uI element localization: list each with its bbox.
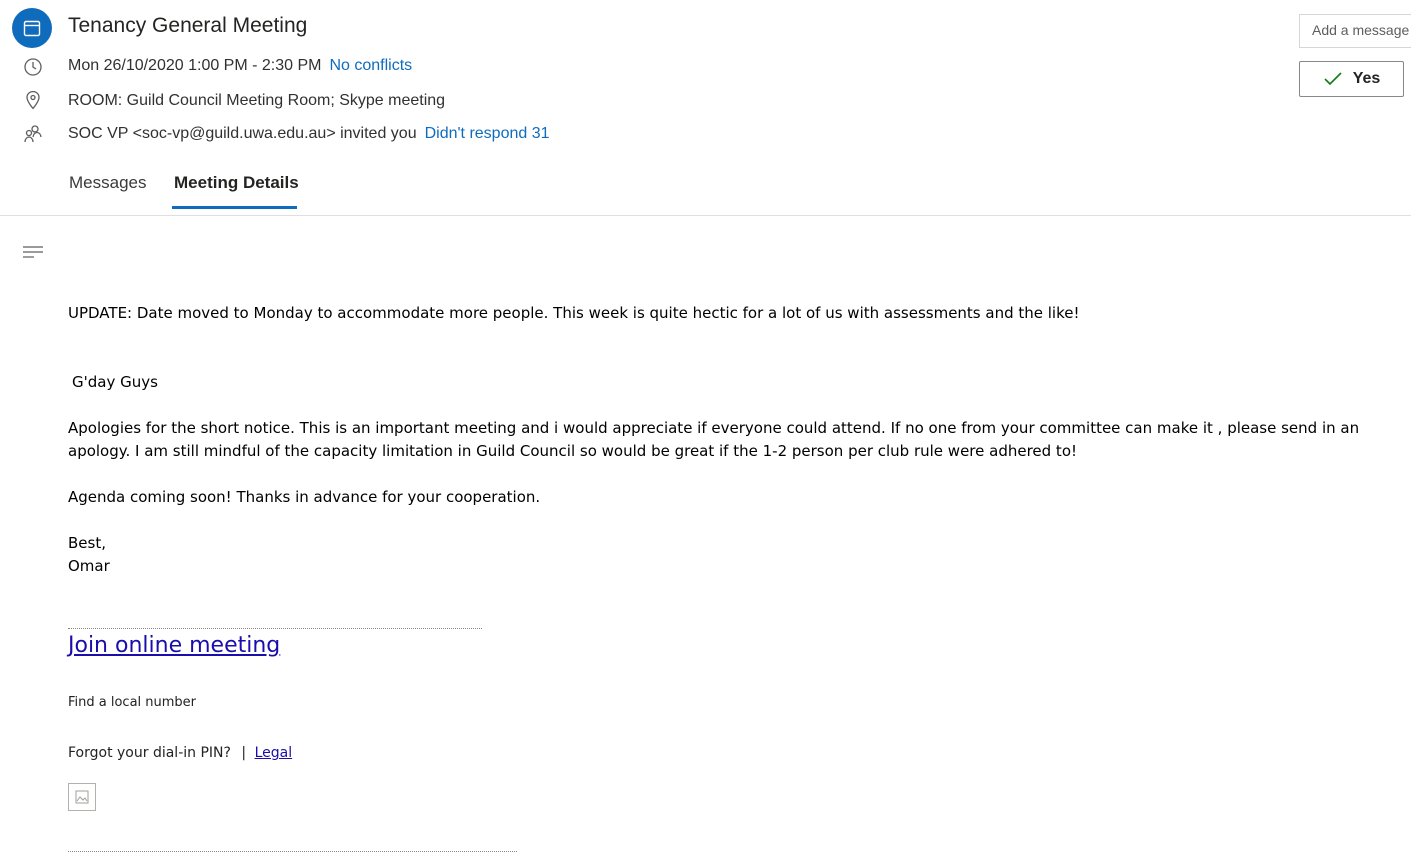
yes-label: Yes [1352,70,1381,87]
yes-button[interactable]: Yes [1299,61,1404,97]
active-tab-indicator [172,206,297,209]
body-signoff: Best, [68,534,106,552]
tab-meeting-details[interactable]: Meeting Details [174,173,299,193]
header-divider [0,215,1411,216]
event-location: ROOM: Guild Council Meeting Room; Skype … [68,92,446,109]
people-icon [24,125,42,143]
legal-link[interactable]: Legal [255,745,293,761]
event-datetime: Mon 26/10/2020 1:00 PM - 2:30 PM [68,57,322,74]
meeting-details-page: Tenancy General Meeting Mon 26/10/2020 1… [0,0,1411,855]
add-message-input[interactable]: Add a message [1299,14,1411,48]
body-update-text: UPDATE: Date moved to Monday to accommod… [68,304,1080,322]
body-greeting: G'day Guys [72,373,158,391]
broken-image-icon [68,783,96,811]
organizer-text: SOC VP <soc-vp@guild.uwa.edu.au> invited… [68,125,417,142]
body-agenda-text: Agenda coming soon! Thanks in advance fo… [68,488,541,506]
body-apology-text: Apologies for the short notice. This is … [68,419,1360,460]
organizer-row: SOC VP <soc-vp@guild.uwa.edu.au> invited… [68,125,550,143]
calendar-icon [12,8,52,48]
body-signature: Omar [68,557,110,575]
dotted-separator-top [68,628,482,629]
find-local-number-link[interactable]: Find a local number [68,695,196,710]
response-status-link[interactable]: Didn't respond 31 [425,125,550,142]
location-pin-icon [26,90,40,110]
dotted-separator-bottom [68,851,517,852]
tab-messages[interactable]: Messages [69,173,146,193]
text-lines-icon[interactable] [22,244,44,260]
join-online-meeting-link[interactable]: Join online meeting [68,633,280,658]
separator: | [241,745,247,761]
conflicts-link[interactable]: No conflicts [329,57,412,74]
clock-icon [24,58,42,76]
event-title: Tenancy General Meeting [68,14,308,37]
forgot-pin-link[interactable]: Forgot your dial-in PIN? [68,745,231,761]
pin-legal-row: Forgot your dial-in PIN? | Legal [68,745,292,761]
event-datetime-row: Mon 26/10/2020 1:00 PM - 2:30 PM No confl… [68,57,412,75]
checkmark-icon [1324,72,1342,86]
